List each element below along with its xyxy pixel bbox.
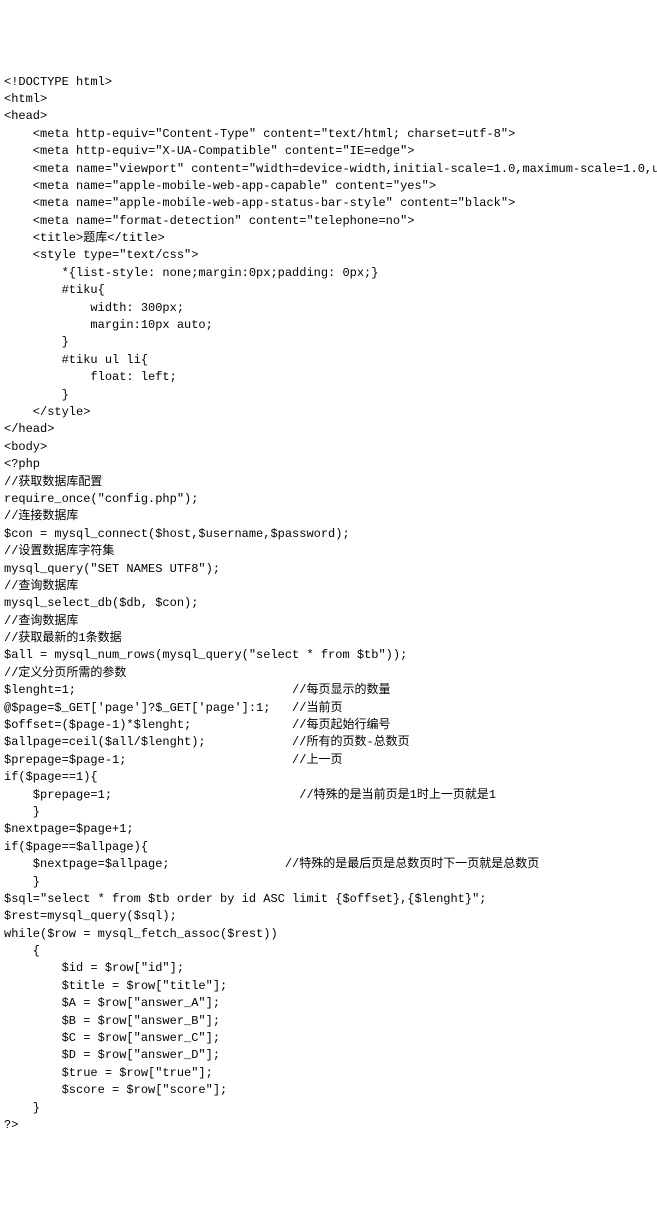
code-line: <meta name="apple-mobile-web-app-status-… (4, 195, 653, 212)
code-line: #tiku ul li{ (4, 352, 653, 369)
code-line: <meta http-equiv="X-UA-Compatible" conte… (4, 143, 653, 160)
code-line: //获取数据库配置 (4, 474, 653, 491)
code-line: float: left; (4, 369, 653, 386)
code-block: <!DOCTYPE html><html><head> <meta http-e… (4, 74, 653, 1135)
code-line: <html> (4, 91, 653, 108)
code-line: $score = $row["score"]; (4, 1082, 653, 1099)
code-line: } (4, 334, 653, 351)
code-line: mysql_query("SET NAMES UTF8"); (4, 561, 653, 578)
code-line: //查询数据库 (4, 613, 653, 630)
code-line: } (4, 387, 653, 404)
code-line: $rest=mysql_query($sql); (4, 908, 653, 925)
code-line: $A = $row["answer_A"]; (4, 995, 653, 1012)
code-line: $title = $row["title"]; (4, 978, 653, 995)
code-line: <?php (4, 456, 653, 473)
code-line: $prepage=1; //特殊的是当前页是1时上一页就是1 (4, 787, 653, 804)
code-line: margin:10px auto; (4, 317, 653, 334)
code-line: $lenght=1; //每页显示的数量 (4, 682, 653, 699)
code-line: $B = $row["answer_B"]; (4, 1013, 653, 1030)
code-line: $nextpage=$allpage; //特殊的是最后页是总数页时下一页就是总… (4, 856, 653, 873)
code-line: if($page==1){ (4, 769, 653, 786)
code-line: *{list-style: none;margin:0px;padding: 0… (4, 265, 653, 282)
code-line: //连接数据库 (4, 508, 653, 525)
code-line: } (4, 874, 653, 891)
code-line: #tiku{ (4, 282, 653, 299)
code-line: $prepage=$page-1; //上一页 (4, 752, 653, 769)
code-line: width: 300px; (4, 300, 653, 317)
code-line: } (4, 1100, 653, 1117)
code-line: $C = $row["answer_C"]; (4, 1030, 653, 1047)
code-line: { (4, 943, 653, 960)
code-line: $offset=($page-1)*$lenght; //每页起始行编号 (4, 717, 653, 734)
code-line: </style> (4, 404, 653, 421)
code-line: ?> (4, 1117, 653, 1134)
code-line: $sql="select * from $tb order by id ASC … (4, 891, 653, 908)
code-line: <meta name="viewport" content="width=dev… (4, 161, 653, 178)
code-line: <!DOCTYPE html> (4, 74, 653, 91)
code-line: <meta http-equiv="Content-Type" content=… (4, 126, 653, 143)
code-line: @$page=$_GET['page']?$_GET['page']:1; //… (4, 700, 653, 717)
code-line: <title>题库</title> (4, 230, 653, 247)
code-line: //设置数据库字符集 (4, 543, 653, 560)
code-line: //获取最新的1条数据 (4, 630, 653, 647)
code-line: $con = mysql_connect($host,$username,$pa… (4, 526, 653, 543)
code-line: $id = $row["id"]; (4, 960, 653, 977)
code-line: while($row = mysql_fetch_assoc($rest)) (4, 926, 653, 943)
code-line: </head> (4, 421, 653, 438)
code-line: $true = $row["true"]; (4, 1065, 653, 1082)
code-line: mysql_select_db($db, $con); (4, 595, 653, 612)
code-line: } (4, 804, 653, 821)
code-line: $nextpage=$page+1; (4, 821, 653, 838)
code-line: //定义分页所需的参数 (4, 665, 653, 682)
code-line: require_once("config.php"); (4, 491, 653, 508)
code-line: $allpage=ceil($all/$lenght); //所有的页数-总数页 (4, 734, 653, 751)
code-line: $all = mysql_num_rows(mysql_query("selec… (4, 647, 653, 664)
code-line: <style type="text/css"> (4, 247, 653, 264)
code-line: $D = $row["answer_D"]; (4, 1047, 653, 1064)
code-line: //查询数据库 (4, 578, 653, 595)
code-line: <meta name="format-detection" content="t… (4, 213, 653, 230)
code-line: <body> (4, 439, 653, 456)
code-line: <meta name="apple-mobile-web-app-capable… (4, 178, 653, 195)
code-line: <head> (4, 108, 653, 125)
code-line: if($page==$allpage){ (4, 839, 653, 856)
